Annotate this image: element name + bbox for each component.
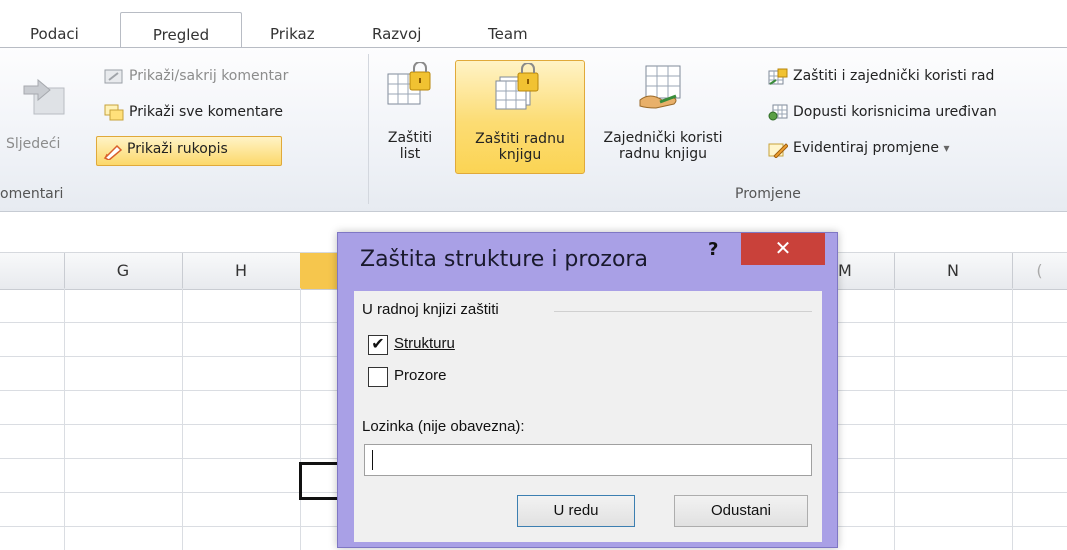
structure-label-text: Strukturu	[394, 335, 455, 352]
allow-users-edit-icon	[768, 104, 788, 121]
grid-line	[64, 288, 65, 550]
ribbon: Sljedeći Prikaži/sakrij komentar Prikaži…	[0, 47, 1067, 212]
grid-line	[1012, 288, 1013, 550]
group-separator	[368, 54, 369, 204]
tab-razvoj[interactable]: Razvoj	[372, 24, 442, 48]
tab-prikaz[interactable]: Prikaz	[270, 24, 340, 48]
windows-label-text: Prozore	[394, 367, 447, 384]
show-all-comments-icon	[104, 104, 124, 121]
ink-pen-icon	[103, 144, 123, 160]
column-header-h[interactable]: H	[182, 253, 301, 289]
windows-checkbox[interactable]	[368, 367, 388, 387]
section-divider	[554, 311, 812, 312]
grid-line	[300, 288, 301, 550]
windows-checkbox-row[interactable]: Prozore	[368, 366, 568, 388]
chevron-down-icon: ▾	[943, 141, 950, 155]
close-button[interactable]: ✕	[741, 233, 825, 265]
column-header-m[interactable]: M	[836, 253, 895, 289]
structure-checkbox[interactable]: ✔	[368, 335, 388, 355]
share-workbook-button[interactable]: Zajednički koristi radnu knjigu	[588, 56, 738, 174]
allow-users-edit-button[interactable]: Dopusti korisnicima uređivan	[793, 104, 997, 120]
text-caret	[372, 450, 373, 470]
share-workbook-label: Zajednički koristi radnu knjigu	[603, 130, 723, 162]
track-changes-button[interactable]: Evidentiraj promjene ▾	[793, 140, 949, 156]
track-changes-label: Evidentiraj promjene	[793, 140, 939, 156]
column-header-f[interactable]	[0, 253, 65, 289]
password-label: Lozinka (nije obavezna):	[362, 418, 525, 435]
tab-label: Pregled	[152, 26, 210, 44]
protect-structure-dialog: Zaštita strukture i prozora ? ✕ U radnoj…	[337, 232, 838, 548]
show-ink-button[interactable]: Prikaži rukopis	[96, 136, 282, 166]
share-workbook-icon	[639, 65, 681, 109]
ok-button[interactable]: U redu	[517, 495, 635, 527]
tab-label: Team	[488, 25, 528, 43]
cancel-button[interactable]: Odustani	[674, 495, 808, 527]
changes-group-label: Promjene	[735, 186, 801, 202]
protect-sheet-button[interactable]: Zaštiti list	[372, 56, 448, 174]
column-header-n[interactable]: N	[894, 253, 1013, 289]
tab-label: Prikaz	[270, 25, 315, 43]
dialog-title: Zaštita strukture i prozora	[360, 247, 648, 272]
show-ink-label: Prikaži rukopis	[127, 141, 228, 157]
ribbon-tab-bar: Podaci Pregled Prikaz Razvoj Team	[0, 0, 1067, 49]
show-hide-comment-icon	[104, 69, 123, 84]
structure-label: Strukturu	[394, 335, 455, 352]
next-label: Sljedeći	[6, 136, 61, 152]
section-label: U radnoj knjizi zaštiti	[362, 301, 499, 318]
grid-line	[894, 288, 895, 550]
next-comment-icon	[23, 78, 65, 115]
windows-label: Prozore	[394, 367, 447, 384]
structure-checkbox-row[interactable]: ✔ Strukturu	[368, 334, 568, 356]
protect-workbook-label: Zaštiti radnu knjigu	[475, 131, 565, 163]
help-button[interactable]: ?	[708, 239, 718, 260]
tab-pregled[interactable]: Pregled	[120, 12, 242, 49]
comments-group-label: omentari	[0, 186, 64, 202]
protect-sheet-icon	[387, 62, 431, 105]
tab-label: Razvoj	[372, 25, 422, 43]
tab-team[interactable]: Team	[488, 24, 548, 48]
protect-workbook-button[interactable]: Zaštiti radnu knjigu	[455, 60, 585, 174]
active-cell[interactable]	[299, 462, 342, 500]
protect-sheet-label: Zaštiti list	[387, 130, 433, 162]
column-header-g[interactable]: G	[64, 253, 183, 289]
tab-label: Podaci	[30, 25, 79, 43]
show-all-comments-button[interactable]: Prikaži sve komentare	[129, 104, 283, 120]
column-header-label: M	[838, 261, 852, 280]
column-header-o[interactable]: (	[1012, 253, 1067, 289]
next-comment-button[interactable]: Sljedeći	[0, 58, 95, 176]
tab-podaci[interactable]: Podaci	[30, 24, 100, 48]
track-changes-icon	[768, 143, 788, 158]
column-header-i-selected[interactable]	[300, 253, 338, 289]
protect-workbook-icon	[495, 63, 539, 110]
protect-and-share-icon	[768, 68, 788, 85]
protect-and-share-button[interactable]: Zaštiti i zajednički koristi rad	[793, 68, 994, 84]
show-hide-comment-button[interactable]: Prikaži/sakrij komentar	[129, 68, 288, 84]
grid-line	[182, 288, 183, 550]
dialog-body: U radnoj knjizi zaštiti ✔ Strukturu Proz…	[354, 291, 822, 542]
password-input[interactable]	[364, 444, 812, 476]
